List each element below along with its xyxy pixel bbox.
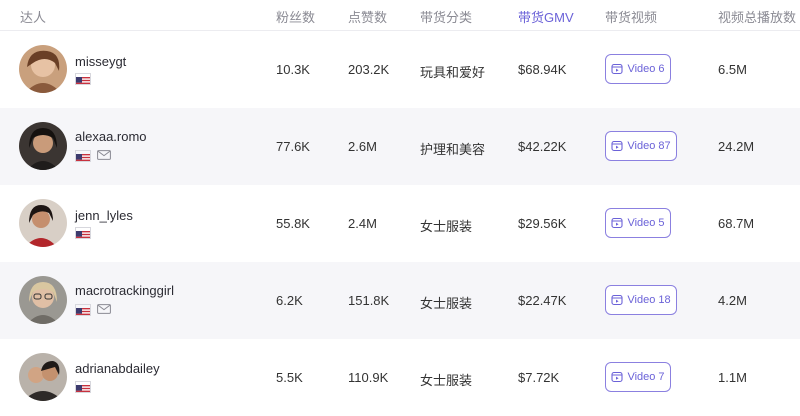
followers-value: 5.5K [276,370,303,385]
category-value: 女士服装 [420,373,473,388]
us-flag-icon [75,381,91,393]
header-videos: 带货视频 [605,10,658,25]
category-value: 护理和美容 [420,142,486,157]
category-value: 女士服装 [420,296,473,311]
followers-value: 55.8K [276,216,310,231]
likes-value: 2.4M [348,216,377,231]
likes-value: 110.9K [348,370,389,385]
video-button[interactable]: Video 6 [605,54,671,84]
creator-name[interactable]: jenn_lyles [75,208,133,223]
views-value: 68.7M [718,216,755,231]
avatar[interactable] [19,199,67,247]
video-icon [611,140,623,152]
views-value: 6.5M [718,62,747,77]
video-icon [611,63,623,75]
creator-name[interactable]: macrotrackinggirl [75,283,174,298]
header-likes[interactable]: 点赞数 [348,7,387,26]
table-row[interactable]: jenn_lyles 55.8K 2.4M 女士服装 $29.56K Video… [0,185,800,262]
table-row[interactable]: adrianabdailey 5.5K 110.9K 女士服装 $7.72K V… [0,339,800,416]
us-flag-icon [75,227,91,239]
gmv-value: $42.22K [518,139,567,154]
header-gmv[interactable]: 带货GMV [518,7,574,26]
views-value: 1.1M [718,370,747,385]
video-icon [611,294,623,306]
us-flag-icon [75,73,91,85]
header-followers[interactable]: 粉丝数 [276,7,315,26]
table-header: 达人 粉丝数 点赞数 带货分类 带货GMV 带货视频 视频总播放数 [0,0,800,31]
table-row[interactable]: alexaa.romo 77.6K 2.6M 护理和美容 $42.22K Vid… [0,108,800,185]
video-button[interactable]: Video 87 [605,131,677,161]
video-button-label: Video 18 [627,294,671,306]
mail-icon[interactable] [97,150,111,160]
gmv-value: $7.72K [518,370,560,385]
header-category: 带货分类 [420,10,473,25]
views-value: 24.2M [718,139,755,154]
avatar[interactable] [19,276,67,324]
category-value: 玩具和爱好 [420,65,486,80]
views-value: 4.2M [718,293,747,308]
video-button-label: Video 7 [627,371,665,383]
followers-value: 6.2K [276,293,303,308]
category-value: 女士服装 [420,219,473,234]
video-button[interactable]: Video 5 [605,208,671,238]
video-icon [611,217,623,229]
avatar[interactable] [19,353,67,401]
video-button[interactable]: Video 18 [605,285,677,315]
followers-value: 10.3K [276,62,310,77]
table-row[interactable]: macrotrackinggirl 6.2K 151.8K 女士服装 $22.4… [0,262,800,339]
video-button-label: Video 87 [627,140,671,152]
likes-value: 2.6M [348,139,377,154]
creator-name[interactable]: adrianabdailey [75,361,160,376]
gmv-value: $68.94K [518,62,567,77]
followers-value: 77.6K [276,139,310,154]
avatar[interactable] [19,122,67,170]
us-flag-icon [75,150,91,162]
creator-name[interactable]: misseygt [75,54,126,69]
table-row[interactable]: misseygt 10.3K 203.2K 玩具和爱好 $68.94K Vide… [0,31,800,108]
video-button-label: Video 6 [627,63,665,75]
likes-value: 203.2K [348,62,390,77]
video-icon [611,371,623,383]
gmv-value: $29.56K [518,216,567,231]
header-creator[interactable]: 达人 [20,7,46,26]
video-button-label: Video 5 [627,217,665,229]
header-views[interactable]: 视频总播放数 [718,7,796,26]
avatar[interactable] [19,45,67,93]
creator-table: 达人 粉丝数 点赞数 带货分类 带货GMV 带货视频 视频总播放数 missey… [0,0,800,414]
creator-name[interactable]: alexaa.romo [75,129,147,144]
mail-icon[interactable] [97,304,111,314]
us-flag-icon [75,304,91,316]
gmv-value: $22.47K [518,293,567,308]
video-button[interactable]: Video 7 [605,362,671,392]
likes-value: 151.8K [348,293,390,308]
